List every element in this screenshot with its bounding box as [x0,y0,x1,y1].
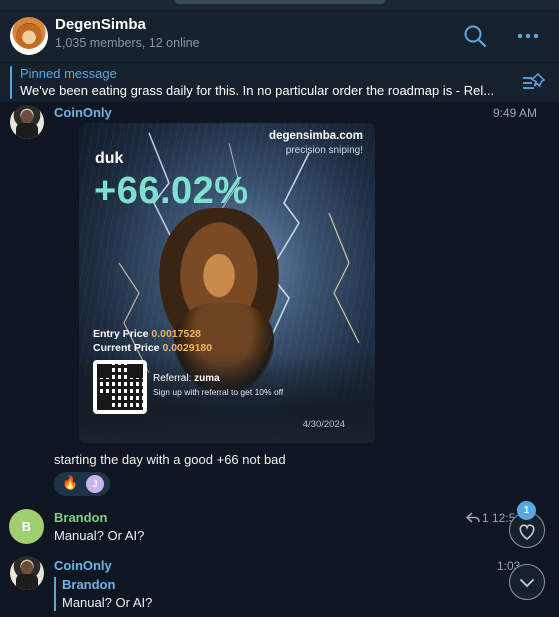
window-top-bar [175,0,385,4]
message-text: starting the day with a good +66 not bad [54,452,286,467]
pinned-label: Pinned message [20,66,117,81]
search-icon[interactable] [462,23,488,49]
chevron-down-icon [520,579,534,588]
entry-price-label: Entry Price [93,328,149,340]
scroll-down-button[interactable] [509,564,545,600]
sender-avatar-letter[interactable]: B [9,509,44,544]
current-price-label: Current Price [93,342,160,354]
message-photo[interactable]: degensimba.com precision sniping! duk +6… [79,123,375,443]
group-avatar[interactable] [10,17,48,55]
photo-gain: +66.02% [94,170,249,212]
referral-label: Referral: [153,373,192,384]
reply-text: Manual? Or AI? [62,595,153,610]
message-list[interactable]: CoinOnly 9:49 AM degensimba.com precisio… [0,103,559,617]
avatar-suit [16,123,38,139]
avatar-face [21,110,33,124]
referral-code: zuma [194,373,220,384]
entry-price-value: 0.0017528 [151,328,202,340]
referral-line: Referral: zuma [153,373,220,384]
qr-pattern [97,364,143,410]
unread-badge: 1 [517,501,536,520]
pinned-list-icon[interactable] [521,71,545,95]
message-sender[interactable]: CoinOnly [54,105,112,120]
photo-site: degensimba.com [269,130,363,142]
fire-emoji: 🔥 [62,475,79,490]
message-time: 9:49 AM [493,106,538,120]
group-title[interactable]: DegenSimba [55,16,146,33]
sender-avatar[interactable] [10,556,44,590]
entry-price: Entry Price 0.0017528 [93,328,201,340]
qr-code-icon [93,360,147,414]
pinned-text: We've been eating grass daily for this. … [20,83,495,98]
message-sender[interactable]: CoinOnly [54,558,112,573]
reply-name: Brandon [62,577,116,592]
avatar-suit [16,574,38,590]
pinned-message-bar[interactable]: Pinned message We've been eating grass d… [0,63,559,103]
window-top-strip [0,0,559,9]
current-price-value: 0.0029180 [162,342,213,354]
group-member-count: 1,035 members, 12 online [55,36,200,50]
pinned-accent-bar [10,66,12,99]
reactor-avatar: J [86,475,104,493]
sender-avatar[interactable] [10,105,44,139]
photo-ticker: duk [95,150,124,167]
message-text: Manual? Or AI? [54,528,145,543]
reply-arrow-icon [466,512,480,523]
reply-accent-bar [54,577,56,611]
lion-logo-icon [16,23,42,49]
more-options-icon[interactable] [515,23,541,49]
message-sender[interactable]: Brandon [54,510,107,525]
photo-date: 4/30/2024 [302,419,345,430]
current-price: Current Price 0.0029180 [93,342,212,354]
photo-tagline: precision sniping! [285,145,363,156]
avatar-face [21,561,33,575]
reaction-chip[interactable]: 🔥 J [54,472,110,496]
referral-note: Sign up with referral to get 10% off [153,387,284,397]
reply-quote[interactable]: Brandon Manual? Or AI? [54,577,174,613]
chat-header[interactable]: DegenSimba 1,035 members, 12 online [0,9,559,63]
